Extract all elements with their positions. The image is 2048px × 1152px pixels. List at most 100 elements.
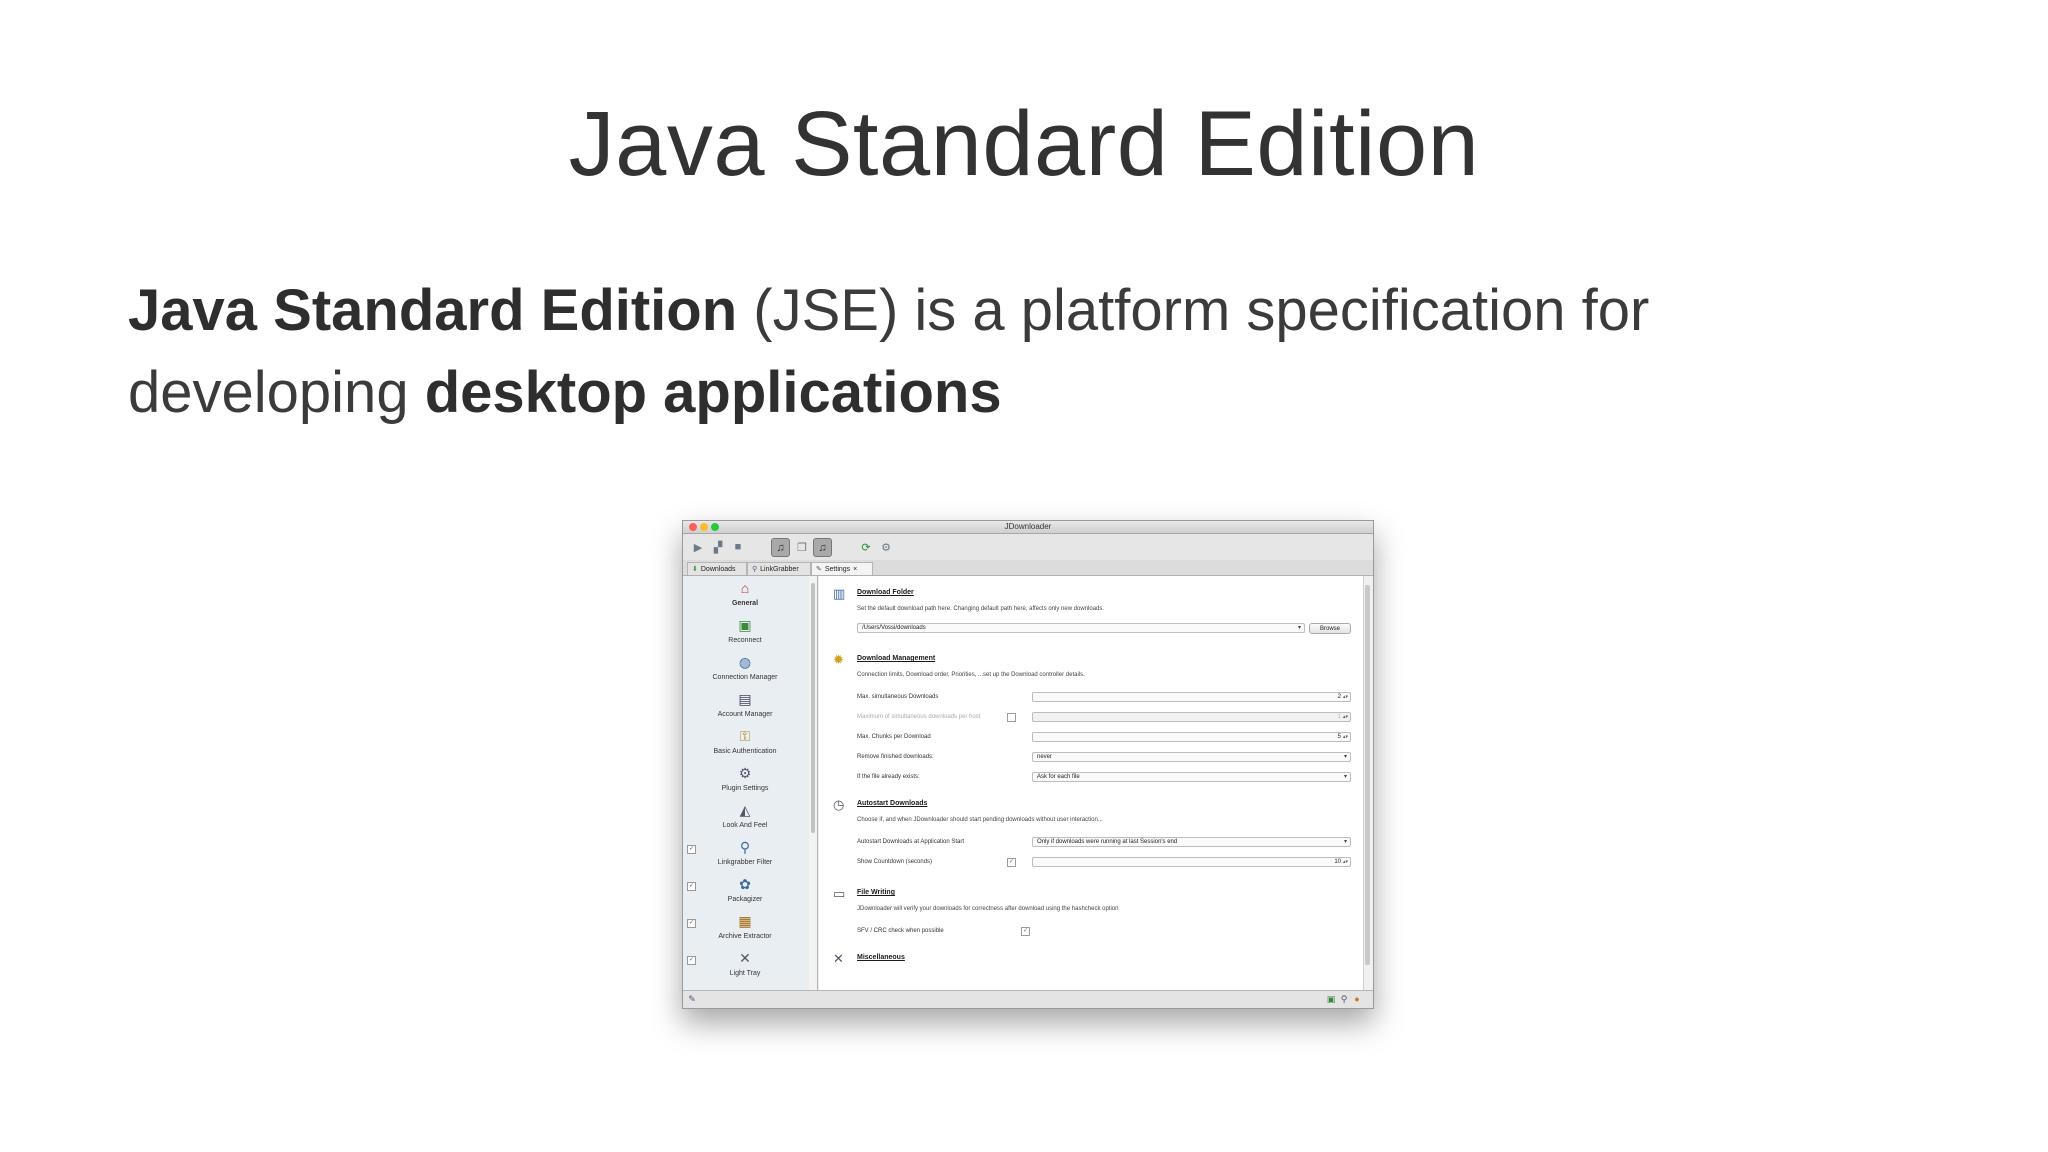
sidebar-item-label: Linkgrabber Filter xyxy=(717,859,773,866)
status-bar: ✎ ▣ ⚲ ● xyxy=(683,990,1373,1008)
archive-icon: ▦ xyxy=(738,913,752,929)
max-downloads-value: 2 xyxy=(1337,694,1341,700)
jdownloader-window: JDownloader ▶ ▞ ■ ♫ ❐ ♫ ⟳ ⚙ ⬇ Downloads … xyxy=(682,520,1374,1009)
sidebar-item-connection-manager[interactable]: ◍ Connection Manager xyxy=(683,650,807,687)
countdown-value: 10 xyxy=(1334,859,1341,865)
stop-icon[interactable]: ■ xyxy=(729,538,747,556)
folder-icon: ▥ xyxy=(833,586,846,601)
authentication-icon: ⚿ xyxy=(739,728,751,744)
toolbar: ▶ ▞ ■ ♫ ❐ ♫ ⟳ ⚙ xyxy=(683,534,1373,560)
tab-label: Settings xyxy=(824,565,851,573)
file-exists-select[interactable]: Ask for each file ▾ xyxy=(1032,772,1351,782)
spinner-arrows-icon: ▴▾ xyxy=(1342,714,1348,720)
remove-finished-value: never xyxy=(1037,754,1053,760)
browse-button[interactable]: Browse xyxy=(1309,623,1351,634)
sidebar-item-light-tray[interactable]: ✕ Light Tray xyxy=(683,946,807,983)
account-icon: ▤ xyxy=(738,691,752,707)
settings-icon: ✎ xyxy=(816,566,822,573)
file-writing-icon: ▭ xyxy=(833,886,846,901)
section-file-writing-heading: File Writing xyxy=(857,889,895,896)
linkgrabber-icon: ⚲ xyxy=(752,566,758,573)
tools-icon: ✕ xyxy=(833,951,844,966)
pause-icon[interactable]: ▞ xyxy=(709,538,727,556)
sidebar-item-reconnect[interactable]: ▣ Reconnect xyxy=(683,613,807,650)
sidebar-item-look-and-feel[interactable]: ◭ Look And Feel xyxy=(683,798,807,835)
autostart-label: Autostart Downloads at Application Start xyxy=(857,839,965,845)
sidebar-item-label: Look And Feel xyxy=(722,822,768,829)
sfv-crc-checkbox[interactable]: ✓ xyxy=(1021,927,1030,936)
settings-content: ▥ Download Folder Set the default downlo… xyxy=(819,576,1363,990)
autostart-value: Only if downloads were running at last S… xyxy=(1037,839,1178,845)
sidebar-item-label: Reconnect xyxy=(728,637,762,644)
max-per-host-spinner: 1 ▴▾ xyxy=(1032,712,1351,722)
sidebar-item-label: Light Tray xyxy=(729,970,761,977)
section-download-management-desc: Connection limits, Download order, Prior… xyxy=(857,672,1085,678)
status-premium-icon[interactable]: ● xyxy=(1352,994,1362,1004)
max-downloads-label: Max. simultaneous Downloads xyxy=(857,694,939,700)
clipboard-observer-icon[interactable]: ♫ xyxy=(771,538,790,557)
section-download-management-heading: Download Management xyxy=(857,655,936,662)
plugin-icon: ⚙ xyxy=(738,765,752,781)
sidebar-scrollbar-thumb[interactable] xyxy=(811,583,815,833)
chevron-down-icon: ▾ xyxy=(1343,754,1347,760)
chevron-down-icon: ▾ xyxy=(1343,774,1347,780)
status-add-icon[interactable]: ▣ xyxy=(1326,994,1336,1004)
sidebar-item-general[interactable]: ⌂ General xyxy=(683,576,807,613)
sidebar-item-label: Packagizer xyxy=(727,896,763,903)
sidebar-item-account-manager[interactable]: ▤ Account Manager xyxy=(683,687,807,724)
update-icon[interactable]: ⚙ xyxy=(877,538,895,556)
body-line-1: Java Standard Edition (JSE) is a platfor… xyxy=(128,270,1828,352)
body-text-2: developing xyxy=(128,360,425,425)
sidebar-item-archive-extractor[interactable]: ▦ Archive Extractor xyxy=(683,909,807,946)
sidebar-item-linkgrabber-filter[interactable]: ⚲ Linkgrabber Filter xyxy=(683,835,807,872)
countdown-checkbox[interactable]: ✓ xyxy=(1007,858,1016,867)
spinner-arrows-icon: ▴▾ xyxy=(1342,859,1348,865)
chevron-down-icon: ▾ xyxy=(1297,625,1301,631)
sidebar-item-packagizer[interactable]: ✿ Packagizer xyxy=(683,872,807,909)
connection-icon: ◍ xyxy=(738,654,752,670)
sidebar-item-label: Archive Extractor xyxy=(718,933,772,940)
autostart-icon: ◷ xyxy=(833,797,845,812)
play-icon[interactable]: ▶ xyxy=(689,538,707,556)
close-tab-icon[interactable]: × xyxy=(853,566,857,573)
title-bar: JDownloader xyxy=(683,521,1373,534)
status-search-icon[interactable]: ⚲ xyxy=(1339,994,1349,1004)
tab-linkgrabber[interactable]: ⚲ LinkGrabber xyxy=(747,562,811,575)
remove-finished-select[interactable]: never ▾ xyxy=(1032,752,1351,762)
section-autostart-heading: Autostart Downloads xyxy=(857,800,928,807)
remove-finished-label: Remove finished downloads: xyxy=(857,754,934,760)
max-chunks-value: 5 xyxy=(1337,734,1341,740)
max-per-host-value: 1 xyxy=(1337,714,1341,720)
packagizer-icon: ✿ xyxy=(739,876,751,892)
sidebar-item-basic-authentication[interactable]: ⚿ Basic Authentication xyxy=(683,724,807,761)
max-chunks-label: Max. Chunks per Download xyxy=(857,734,931,740)
refresh-icon[interactable]: ⟳ xyxy=(857,538,875,556)
sidebar-item-label: General xyxy=(731,600,759,607)
max-chunks-spinner[interactable]: 5 ▴▾ xyxy=(1032,732,1351,742)
section-download-folder-heading: Download Folder xyxy=(857,589,914,596)
tab-downloads[interactable]: ⬇ Downloads xyxy=(687,562,747,575)
premium-icon[interactable]: ♫ xyxy=(813,538,832,557)
tab-settings[interactable]: ✎ Settings × xyxy=(811,562,873,575)
sidebar-item-plugin-settings[interactable]: ⚙ Plugin Settings xyxy=(683,761,807,798)
autostart-select[interactable]: Only if downloads were running at last S… xyxy=(1032,837,1351,847)
max-downloads-spinner[interactable]: 2 ▴▾ xyxy=(1032,692,1351,702)
max-per-host-checkbox[interactable] xyxy=(1007,713,1016,722)
settings-sidebar: ⌂ General ▣ Reconnect ◍ Connection Manag… xyxy=(683,576,818,990)
countdown-spinner[interactable]: 10 ▴▾ xyxy=(1032,857,1351,867)
download-path-value: /Users/Vossi/downloads xyxy=(862,625,926,631)
section-file-writing-desc: JDownloader will verify your downloads f… xyxy=(857,906,1119,912)
download-path-field[interactable]: /Users/Vossi/downloads ▾ xyxy=(857,623,1305,633)
content-scrollbar-thumb[interactable] xyxy=(1365,585,1370,965)
status-gear-icon[interactable]: ✎ xyxy=(687,994,697,1004)
chevron-down-icon: ▾ xyxy=(1343,839,1347,845)
slide-title: Java Standard Edition xyxy=(568,93,1480,195)
body-text-1: (JSE) is a platform specification for xyxy=(737,278,1650,343)
body-line-2: developing desktop applications xyxy=(128,352,1828,434)
tab-label: Downloads xyxy=(700,565,736,573)
sidebar-item-label: Account Manager xyxy=(717,711,773,718)
spinner-arrows-icon: ▴▾ xyxy=(1342,694,1348,700)
home-icon: ⌂ xyxy=(740,580,750,596)
tray-icon: ✕ xyxy=(739,950,751,966)
auto-reconnect-icon[interactable]: ❐ xyxy=(793,538,811,556)
